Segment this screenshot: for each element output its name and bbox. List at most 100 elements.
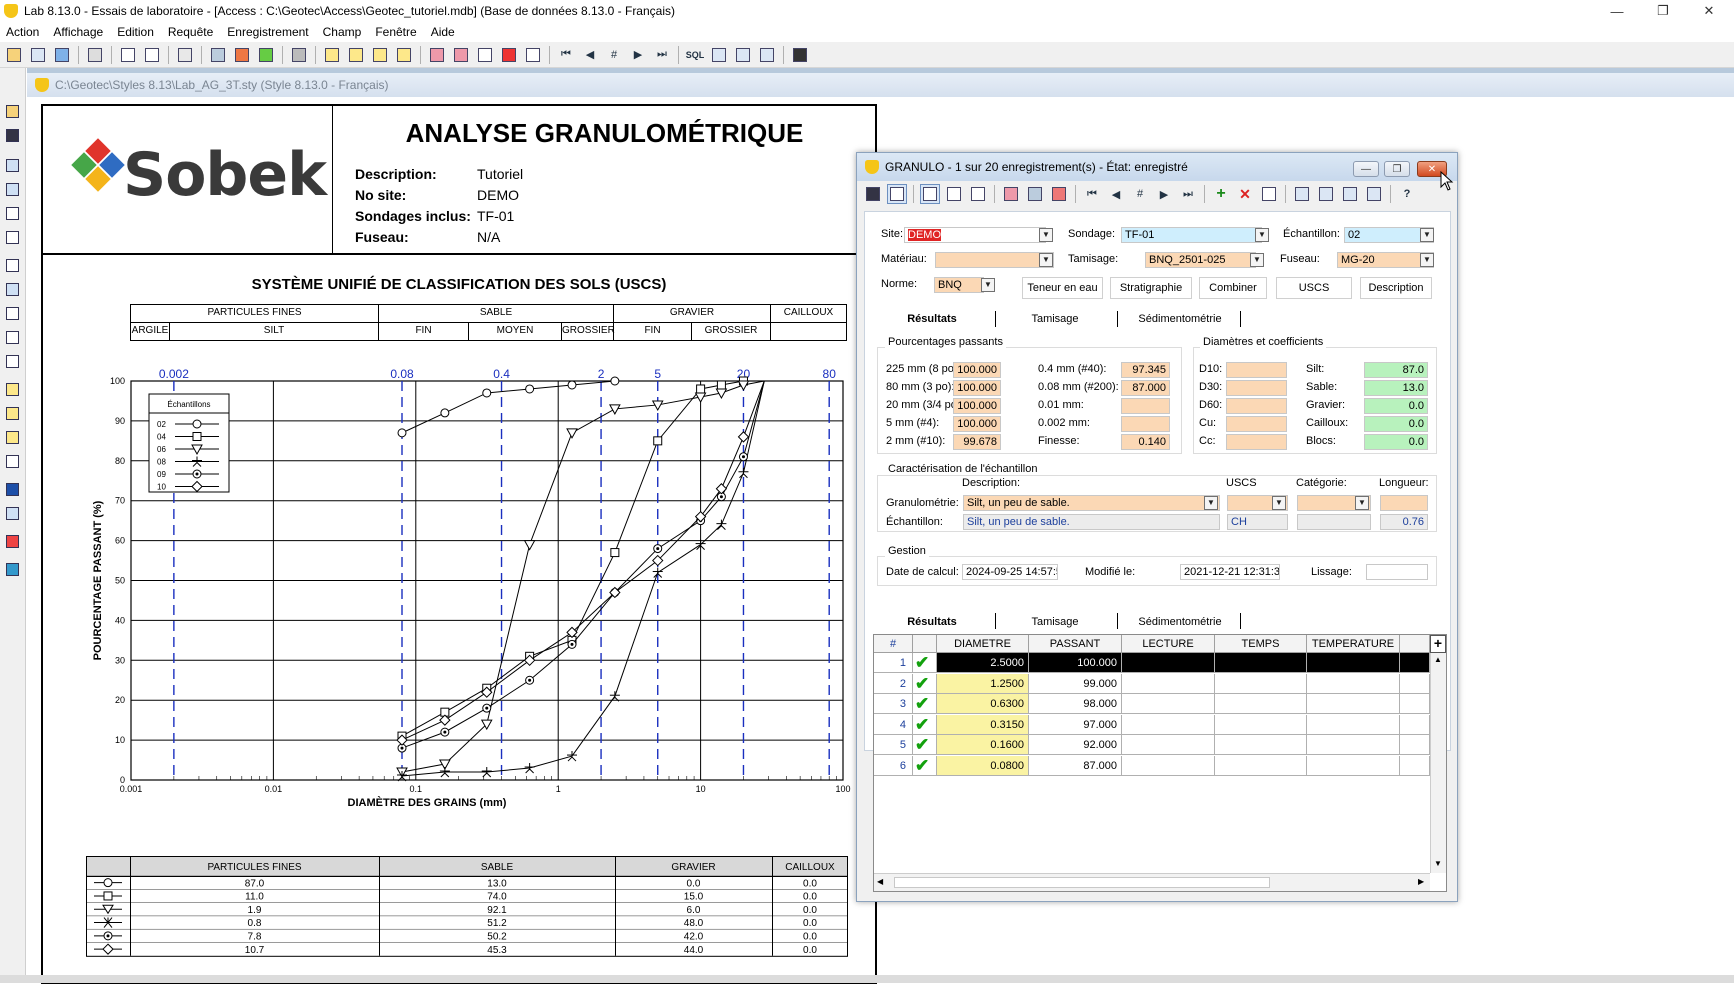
pct-value[interactable]: 87.000 [1121,380,1170,396]
granulo-refresh-icon[interactable] [887,184,907,204]
grid-cell-num[interactable]: 1 [874,653,913,673]
grid-cell[interactable] [1307,694,1400,714]
pct-value[interactable]: 0.140 [1121,434,1170,450]
uscs-button[interactable]: USCS [1276,277,1352,299]
grid-cell-num[interactable]: 2 [874,673,913,694]
database-link-icon[interactable] [52,45,72,65]
granulo-next-icon[interactable]: ▶ [1154,184,1174,204]
grid-cell-passant[interactable]: 87.000 [1029,755,1122,776]
granulometrie-field[interactable]: Silt, un peu de sable. [963,495,1220,511]
menu-requete[interactable]: Requête [162,25,221,39]
scroll-right-icon[interactable]: ▶ [1418,877,1424,886]
stratigraphie-button[interactable]: Stratigraphie [1110,277,1192,299]
grid-header-passant[interactable]: PASSANT [1029,635,1122,653]
grid-cell-num[interactable]: 5 [874,735,913,755]
grid-cell-num[interactable]: 6 [874,755,913,776]
carac-categorie-dropdown-icon[interactable]: ▼ [1355,496,1369,510]
horizontal-scroll-thumb[interactable] [894,877,1270,888]
granulo-grid-icon[interactable] [944,184,964,204]
gradation-icon[interactable] [394,45,414,65]
echantillon-dropdown-icon[interactable]: ▼ [1420,228,1434,242]
teneur-en-eau-button[interactable]: Teneur en eau [1022,277,1103,299]
pan-icon[interactable] [3,228,21,246]
g-icon[interactable] [475,45,495,65]
pct-value[interactable] [1121,416,1170,432]
open-icon[interactable] [4,45,24,65]
grid-header-num[interactable]: # [874,635,913,653]
grid-cell[interactable] [1215,755,1307,776]
refresh-icon[interactable] [118,45,138,65]
grid-header-lecture[interactable]: LECTURE [1122,635,1215,653]
move-icon[interactable] [3,304,21,322]
zoom-icon[interactable] [3,204,21,222]
grid-insert-icon[interactable] [3,504,21,522]
grid-header-status[interactable] [913,635,937,653]
granulo-add-icon[interactable]: + [1211,184,1231,204]
menu-aide[interactable]: Aide [425,25,463,39]
database-icon[interactable] [28,45,48,65]
scroll-left-icon[interactable]: ◀ [877,877,883,886]
granulo-filter-icon[interactable] [1259,184,1279,204]
grid-cell[interactable] [1122,653,1215,673]
axis-icon[interactable] [3,452,21,470]
sondage-dropdown-icon[interactable]: ▼ [1255,228,1269,242]
granulo-form-icon[interactable] [920,184,940,204]
norme-dropdown-icon[interactable]: ▼ [981,278,995,292]
site-dropdown-icon[interactable]: ▼ [1039,228,1053,242]
pct-value[interactable]: 100.000 [953,398,1001,414]
close-button[interactable]: ✕ [1686,0,1732,22]
sql-icon[interactable]: SQL [685,45,705,65]
coefficient-value[interactable]: 87.0 [1364,362,1428,378]
sondage-field[interactable]: TF-01 [1121,227,1262,243]
grid-tab-resultats[interactable]: Résultats [890,616,974,628]
grid-cell-status[interactable]: ✔ [913,755,937,776]
grid-icon[interactable] [523,45,543,65]
record-icon[interactable] [499,45,519,65]
tamisage-field[interactable]: BNQ_2501-025 [1145,252,1256,268]
granulo-prev-icon[interactable]: ◀ [1106,184,1126,204]
report-icon[interactable] [427,45,447,65]
goto-record-icon[interactable]: # [604,45,624,65]
grid-cell[interactable] [1122,735,1215,755]
grid-cell[interactable] [1307,735,1400,755]
menu-action[interactable]: Action [0,25,47,39]
grid-header-diametre[interactable]: DIAMETRE [937,635,1029,653]
grid-cell[interactable] [1307,673,1400,694]
diametre-value[interactable] [1226,362,1287,378]
menu-champ[interactable]: Champ [317,25,370,39]
grid-cell[interactable] [1215,673,1307,694]
grid-cell-diametre[interactable]: 0.0800 [937,755,1029,776]
tamisage-dropdown-icon[interactable]: ▼ [1250,253,1264,267]
grid-add-column-icon[interactable]: + [1430,635,1446,653]
grid-cell[interactable] [1400,714,1430,735]
grid-cell[interactable] [1307,714,1400,735]
granulo-db2-icon[interactable] [1316,184,1336,204]
panel-icon[interactable] [3,180,21,198]
cylinder-icon[interactable] [289,45,309,65]
minimize-button[interactable]: — [1594,0,1640,22]
carac-longueur-field[interactable] [1380,495,1428,511]
granulo-first-icon[interactable]: ⏮ [1082,184,1102,204]
grid-cell-passant[interactable]: 97.000 [1029,714,1122,735]
materiau-field[interactable] [935,252,1054,268]
grid-row[interactable]: 6 ✔ 0.0800 87.000 [874,755,1430,776]
grid-cell-passant[interactable]: 92.000 [1029,735,1122,755]
grid-cell[interactable] [1400,673,1430,694]
grid-cell[interactable] [1400,755,1430,776]
note-icon[interactable] [3,380,21,398]
diametre-value[interactable] [1226,398,1287,414]
tab-sedimentometrie[interactable]: Sédimentométrie [1130,313,1230,325]
scroll-up-icon[interactable]: ▲ [1434,655,1442,664]
list-icon[interactable] [3,404,21,422]
lissage-field[interactable] [1366,564,1428,580]
previous-record-icon[interactable]: ◀ [580,45,600,65]
pct-value[interactable]: 100.000 [953,380,1001,396]
grid-row[interactable]: 5 ✔ 0.1600 92.000 [874,735,1430,755]
chart-icon[interactable] [142,45,162,65]
resize-icon[interactable] [3,352,21,370]
grid-cell[interactable] [1215,694,1307,714]
align-icon[interactable] [3,328,21,346]
diametre-value[interactable] [1226,434,1287,450]
report2-icon[interactable] [451,45,471,65]
grid-cell-num[interactable]: 4 [874,714,913,735]
